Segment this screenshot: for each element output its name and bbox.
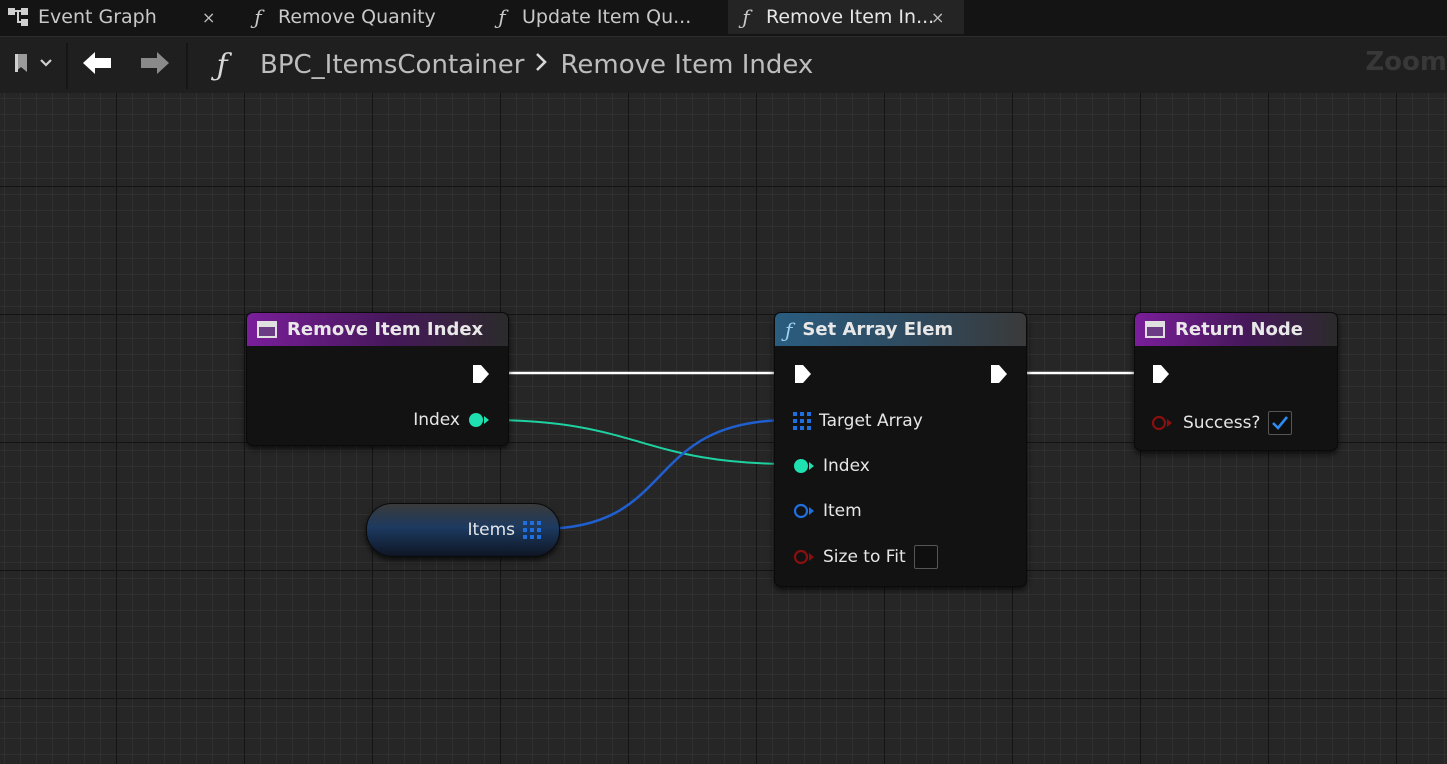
node-title: Set Array Elem <box>802 319 954 340</box>
function-icon: ƒ <box>785 317 793 342</box>
struct-pin-icon <box>793 503 814 519</box>
node-header: Return Node <box>1135 313 1337 346</box>
pin-label: Index <box>823 456 870 476</box>
back-arrow-icon <box>81 50 113 80</box>
tab-label: Event Graph <box>38 6 157 28</box>
return-node[interactable]: Return Node Success? <box>1134 312 1338 451</box>
success-checkbox[interactable] <box>1268 411 1293 435</box>
exec-in-pin[interactable] <box>1151 363 1171 389</box>
pin-label: Item <box>823 501 862 521</box>
back-button[interactable] <box>76 45 118 85</box>
zoom-level-label: Zoom <box>1365 47 1447 77</box>
tab-update-item-quantity[interactable]: ƒ Update Item Qu... <box>484 0 724 34</box>
pin-label: Success? <box>1183 413 1261 433</box>
exec-in-pin[interactable] <box>793 363 813 389</box>
bool-pin-icon <box>1151 415 1172 431</box>
breadcrumb-item-function[interactable]: Remove Item Index <box>560 50 813 80</box>
target-array-pin[interactable]: Target Array <box>793 411 923 431</box>
exec-out-pin[interactable] <box>471 363 491 389</box>
items-output-pin[interactable]: Items <box>467 520 541 540</box>
tab-bar: Event Graph × ƒ Remove Quanity ƒ Update … <box>0 0 1447 36</box>
breadcrumb: BPC_ItemsContainer Remove Item Index <box>260 47 813 83</box>
bookmark-button[interactable] <box>4 45 58 85</box>
function-entry-node[interactable]: Remove Item Index Index <box>246 312 509 446</box>
pin-label: Size to Fit <box>823 547 906 567</box>
int-pin-icon <box>794 459 814 473</box>
function-icon: ƒ <box>254 5 262 29</box>
node-header: ƒ Set Array Elem <box>775 313 1026 346</box>
tab-remove-quanity[interactable]: ƒ Remove Quanity <box>240 0 480 34</box>
pin-label: Items <box>467 520 515 540</box>
toolbar-divider <box>186 43 188 89</box>
tab-label: Remove Item In... <box>766 6 935 28</box>
breadcrumb-item-blueprint[interactable]: BPC_ItemsContainer <box>260 50 524 80</box>
close-icon[interactable]: × <box>202 8 215 27</box>
tab-event-graph[interactable]: Event Graph × <box>0 0 232 34</box>
set-array-elem-node[interactable]: ƒ Set Array Elem Target Array Index Item <box>774 312 1027 587</box>
function-icon: ƒ <box>216 47 228 83</box>
checkmark-icon <box>1272 416 1289 430</box>
success-input-pin[interactable]: Success? <box>1151 411 1293 435</box>
array-pin-icon <box>793 412 811 430</box>
index-output-pin[interactable]: Index <box>413 410 490 430</box>
tab-remove-item-index[interactable]: ƒ Remove Item In... × <box>728 0 964 34</box>
pin-label: Index <box>413 410 460 430</box>
graph-toolbar: ƒ BPC_ItemsContainer Remove Item Index Z… <box>0 36 1447 94</box>
node-title: Return Node <box>1175 319 1303 340</box>
function-entry-icon <box>257 321 277 338</box>
node-title: Remove Item Index <box>287 319 484 340</box>
bool-pin-icon <box>793 549 814 565</box>
size-to-fit-pin[interactable]: Size to Fit <box>793 545 938 569</box>
index-input-pin[interactable]: Index <box>793 456 870 476</box>
bookmark-icon <box>9 51 53 79</box>
size-to-fit-checkbox[interactable] <box>913 545 938 569</box>
function-icon: ƒ <box>498 5 506 29</box>
node-header: Remove Item Index <box>247 313 508 346</box>
forward-arrow-icon <box>139 50 171 80</box>
items-variable-node[interactable]: Items <box>366 503 560 557</box>
array-pin-icon <box>523 521 541 539</box>
tab-label: Remove Quanity <box>278 6 436 28</box>
item-input-pin[interactable]: Item <box>793 501 862 521</box>
exec-out-pin[interactable] <box>989 363 1009 389</box>
function-icon: ƒ <box>742 5 750 29</box>
toolbar-divider <box>66 43 68 89</box>
event-graph-icon <box>6 5 30 29</box>
return-node-icon <box>1145 321 1165 338</box>
int-pin-icon <box>469 413 489 427</box>
chevron-right-icon <box>534 50 548 80</box>
close-icon[interactable]: × <box>931 8 944 27</box>
pin-label: Target Array <box>819 411 923 431</box>
forward-button[interactable] <box>134 45 176 85</box>
tab-label: Update Item Qu... <box>522 6 692 28</box>
